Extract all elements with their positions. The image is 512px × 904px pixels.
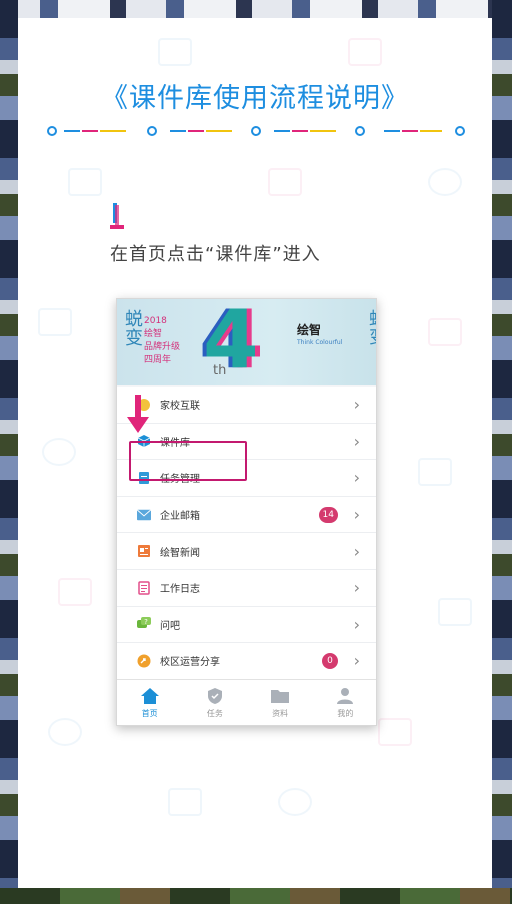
background-artwork-left <box>0 0 18 904</box>
tab-materials[interactable]: 资料 <box>248 680 313 725</box>
unread-count-badge: 0 <box>322 652 338 669</box>
doodle-icon <box>438 598 472 626</box>
svg-text:?: ? <box>144 618 148 626</box>
menu-item-enterprise-mail[interactable]: 企业邮箱 14 › <box>117 496 376 534</box>
menu-item-ask[interactable]: ? 问吧 › <box>117 606 376 644</box>
log-icon <box>137 581 151 595</box>
banner-suffix: th <box>213 363 227 378</box>
brand-logo: 绘智 <box>297 323 322 337</box>
folder-icon <box>271 689 290 703</box>
feature-menu: 家校互联 › 课件库 › 任务管理 › 企业邮箱 14 › 绘智新闻 › 工作日… <box>117 387 376 680</box>
doodle-icon <box>418 458 452 486</box>
tab-label: 资料 <box>272 708 289 718</box>
shield-check-icon <box>207 687 222 704</box>
chevron-right-icon: › <box>353 578 360 598</box>
menu-item-label: 企业邮箱 <box>160 511 200 523</box>
phone-screenshot: 蜕变 2018 绘智 品牌升级 四周年 4 th 绘智 Think Colour… <box>116 298 377 726</box>
menu-item-home-school[interactable]: 家校互联 › <box>117 387 376 424</box>
doodle-icon <box>48 718 82 746</box>
bottom-tab-bar: 首页 任务 资料 我的 <box>117 679 376 725</box>
doodle-icon <box>278 788 312 816</box>
menu-item-news[interactable]: 绘智新闻 › <box>117 533 376 570</box>
unread-count-badge: 14 <box>318 506 338 523</box>
mail-icon <box>137 508 151 522</box>
question-chat-icon: ? <box>137 617 151 631</box>
doodle-icon <box>428 168 462 196</box>
doodle-icon <box>38 308 72 336</box>
doodle-icon <box>428 318 462 346</box>
menu-item-label: 工作日志 <box>160 584 200 596</box>
banner-side-text: 蜕变 <box>122 309 143 347</box>
doodle-icon <box>58 578 92 606</box>
chevron-right-icon: › <box>353 431 360 451</box>
doodle-icon <box>158 38 192 66</box>
doodle-icon <box>68 168 102 196</box>
tab-label: 首页 <box>141 708 158 718</box>
decorative-divider <box>47 126 465 136</box>
step-one-marker-icon <box>110 203 124 229</box>
menu-item-campus-share[interactable]: 校区运营分享 0 › <box>117 643 376 680</box>
banner-big-number: 4 <box>203 299 259 385</box>
chevron-right-icon: › <box>353 614 360 634</box>
background-artwork-top <box>0 0 512 18</box>
banner-year-text: 2018 绘智 品牌升级 四周年 <box>144 316 181 365</box>
menu-item-label: 绘智新闻 <box>160 547 200 559</box>
tab-tasks[interactable]: 任务 <box>182 680 247 725</box>
chevron-right-icon: › <box>353 395 360 415</box>
doodle-icon <box>168 788 202 816</box>
tab-profile[interactable]: 我的 <box>313 680 376 725</box>
share-icon <box>137 654 151 668</box>
promo-banner: 蜕变 2018 绘智 品牌升级 四周年 4 th 绘智 Think Colour… <box>117 299 377 385</box>
page-title: 《课件库使用流程说明》 <box>101 83 409 114</box>
menu-item-label: 家校互联 <box>160 401 200 413</box>
step-instruction: 在首页点击“课件库”进入 <box>110 244 321 265</box>
tab-label: 任务 <box>206 708 223 718</box>
brand-logo-sub: Think Colourful <box>297 339 343 346</box>
user-icon <box>337 687 354 704</box>
doodle-icon <box>42 438 76 466</box>
doodle-icon <box>268 168 302 196</box>
instruction-card: 《课件库使用流程说明》 在首页点击“课件库”进入 蜕变 2018 绘智 品牌升级… <box>18 18 492 888</box>
chevron-right-icon: › <box>353 541 360 561</box>
doodle-icon <box>378 718 412 746</box>
tab-label: 我的 <box>337 708 354 718</box>
background-artwork-bottom <box>0 888 512 904</box>
home-icon <box>140 687 159 704</box>
news-icon <box>137 544 151 558</box>
doodle-icon <box>348 38 382 66</box>
menu-item-work-log[interactable]: 工作日志 › <box>117 569 376 607</box>
menu-item-label: 校区运营分享 <box>160 657 220 669</box>
chevron-right-icon: › <box>353 505 360 525</box>
background-artwork-right <box>492 0 512 904</box>
banner-right-text: 蜕变 <box>366 309 377 345</box>
chevron-right-icon: › <box>353 651 360 671</box>
arrow-down-icon <box>127 395 149 433</box>
chevron-right-icon: › <box>353 468 360 488</box>
tab-home[interactable]: 首页 <box>117 680 182 725</box>
menu-item-label: 问吧 <box>160 620 180 632</box>
courseware-highlight-box <box>129 441 247 481</box>
